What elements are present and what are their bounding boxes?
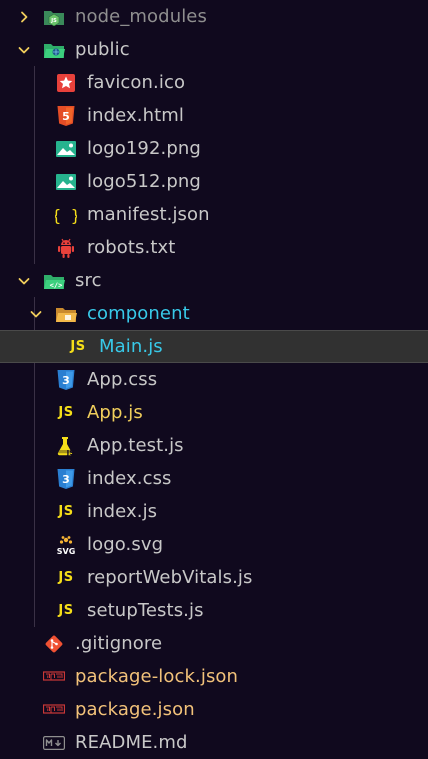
tree-item-app-js[interactable]: JS App.js (0, 396, 428, 429)
tree-item-report-web-vitals[interactable]: JS reportWebVitals.js (0, 561, 428, 594)
markdown-icon (43, 732, 65, 754)
css3-icon: 3 (55, 468, 77, 490)
tree-item-main-js[interactable]: JS Main.js (0, 330, 428, 363)
npm-icon (43, 699, 65, 721)
chevron-down-icon[interactable] (28, 306, 44, 322)
tree-item-logo-svg[interactable]: SVG logo.svg (0, 528, 428, 561)
tree-item-package-lock[interactable]: package-lock.json (0, 660, 428, 693)
tree-item-label: README.md (75, 731, 188, 753)
tree-item-label: logo.svg (87, 533, 164, 555)
git-icon (43, 633, 65, 655)
public-folder-icon (43, 39, 65, 61)
tree-item-app-test-js[interactable]: JS App.test.js (0, 429, 428, 462)
tree-item-node-modules[interactable]: JS node_modules (0, 0, 428, 33)
tree-item-label: component (87, 302, 190, 324)
tree-item-label: reportWebVitals.js (87, 566, 253, 588)
js-icon: JS (58, 570, 74, 585)
tree-item-index-js[interactable]: JS index.js (0, 495, 428, 528)
node-folder-icon: JS (43, 6, 65, 28)
tree-item-label: .gitignore (75, 632, 163, 654)
js-icon: JS (58, 504, 74, 519)
tree-item-label: node_modules (75, 5, 207, 27)
tree-item-label: robots.txt (87, 236, 176, 258)
tree-item-public[interactable]: public (0, 33, 428, 66)
npm-icon (43, 666, 65, 688)
image-icon (55, 171, 77, 193)
tree-item-setup-tests[interactable]: JS setupTests.js (0, 594, 428, 627)
tree-item-gitignore[interactable]: .gitignore (0, 627, 428, 660)
css3-icon: 3 (55, 369, 77, 391)
chevron-down-icon[interactable] (16, 42, 32, 58)
tree-item-label: manifest.json (87, 203, 210, 225)
tree-item-readme[interactable]: README.md (0, 726, 428, 759)
svg-text:</>: </> (50, 281, 63, 289)
tree-item-label: public (75, 38, 130, 60)
file-explorer-tree: JS node_modules public favicon.ico 5 ind… (0, 0, 428, 755)
tree-item-src[interactable]: </> src (0, 264, 428, 297)
image-icon (55, 138, 77, 160)
tree-item-label: Main.js (99, 335, 163, 357)
favicon-star-icon (55, 72, 77, 94)
chevron-right-icon[interactable] (16, 9, 32, 25)
tree-item-label: logo512.png (87, 170, 201, 192)
js-icon: JS (58, 603, 74, 618)
chevron-down-icon[interactable] (16, 273, 32, 289)
tree-item-favicon[interactable]: favicon.ico (0, 66, 428, 99)
tree-item-logo512[interactable]: logo512.png (0, 165, 428, 198)
svg-text:3: 3 (62, 374, 70, 387)
tree-item-manifest[interactable]: { } manifest.json (0, 198, 428, 231)
tree-item-label: package.json (75, 698, 195, 720)
tree-item-package-json[interactable]: package.json (0, 693, 428, 726)
svg-text:JS: JS (50, 18, 57, 24)
robot-icon (55, 237, 77, 259)
tree-item-label: logo192.png (87, 137, 201, 159)
json-braces-icon: { } (55, 204, 77, 226)
tree-item-label: index.css (87, 467, 172, 489)
tree-item-label: index.js (87, 500, 158, 522)
svg-text:SVG: SVG (57, 547, 76, 556)
svg-text:3: 3 (62, 473, 70, 486)
svg-text:5: 5 (62, 110, 70, 123)
tree-item-label: App.css (87, 368, 158, 390)
test-js-icon: JS (55, 435, 77, 457)
component-folder-icon (55, 303, 77, 325)
tree-item-app-css[interactable]: 3 App.css (0, 363, 428, 396)
html5-icon: 5 (55, 105, 77, 127)
svg-text:JS: JS (66, 449, 75, 457)
src-folder-icon: </> (43, 270, 65, 292)
js-icon: JS (58, 405, 74, 420)
svg-text:{ }: { } (55, 206, 77, 225)
tree-item-label: package-lock.json (75, 665, 239, 687)
tree-item-label: src (75, 269, 102, 291)
tree-item-label: setupTests.js (87, 599, 204, 621)
svg-icon: SVG (55, 534, 77, 556)
tree-item-label: favicon.ico (87, 71, 186, 93)
tree-item-label: index.html (87, 104, 184, 126)
tree-item-index-css[interactable]: 3 index.css (0, 462, 428, 495)
tree-item-label: App.test.js (87, 434, 184, 456)
tree-item-index-html[interactable]: 5 index.html (0, 99, 428, 132)
js-icon: JS (70, 339, 86, 354)
tree-item-label: App.js (87, 401, 143, 423)
tree-item-logo192[interactable]: logo192.png (0, 132, 428, 165)
tree-item-component[interactable]: component (0, 297, 428, 330)
tree-item-robots[interactable]: robots.txt (0, 231, 428, 264)
